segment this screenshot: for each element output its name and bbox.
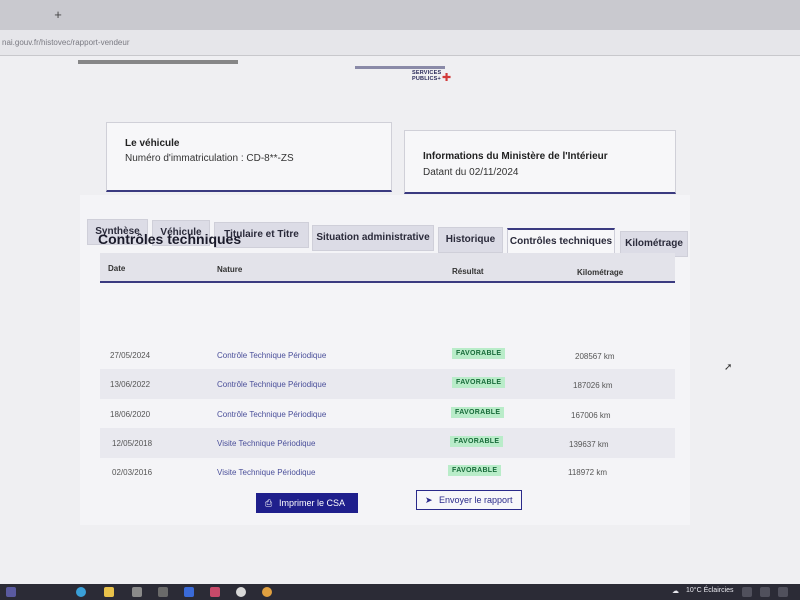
- tray-icon[interactable]: [778, 587, 788, 597]
- table-row: 13/06/2022 Contrôle Technique Périodique…: [100, 369, 675, 399]
- file-explorer-icon[interactable]: [104, 587, 114, 597]
- tray-icon[interactable]: [742, 587, 752, 597]
- print-csa-button[interactable]: ⎙ Imprimer le CSA: [256, 493, 358, 513]
- table-row: 18/06/2020 Contrôle Technique Périodique…: [100, 399, 675, 429]
- column-header-result: Résultat: [452, 267, 484, 276]
- url-text[interactable]: nai.gouv.fr/histovec/rapport-vendeur: [2, 38, 129, 47]
- result-badge: FAVORABLE: [448, 465, 502, 476]
- send-icon: ➤: [425, 495, 433, 505]
- row-km: 187026 km: [573, 381, 613, 390]
- row-nature: Contrôle Technique Périodique: [217, 410, 327, 419]
- result-badge: FAVORABLE: [451, 407, 505, 418]
- app-icon[interactable]: [184, 587, 194, 597]
- app-icon[interactable]: [158, 587, 168, 597]
- result-badge: FAVORABLE: [452, 377, 506, 388]
- ministry-date-text: Datant du 02/11/2024: [423, 167, 519, 178]
- tray-icon[interactable]: [760, 587, 770, 597]
- column-header-nature: Nature: [217, 265, 243, 274]
- column-header-km: Kilométrage: [577, 268, 624, 277]
- weather-icon: ☁: [672, 588, 679, 595]
- edge-icon[interactable]: [76, 587, 86, 597]
- row-date: 12/05/2018: [112, 439, 153, 448]
- row-date: 27/05/2024: [110, 351, 151, 360]
- send-button-label: Envoyer le rapport: [439, 495, 513, 505]
- print-button-label: Imprimer le CSA: [279, 498, 346, 508]
- row-nature: Visite Technique Périodique: [217, 468, 316, 477]
- row-km: 208567 km: [575, 352, 615, 361]
- plate-number-text: Numéro d'immatriculation : CD-8**-ZS: [125, 153, 294, 164]
- address-bar[interactable]: nai.gouv.fr/histovec/rapport-vendeur: [0, 30, 800, 56]
- row-date: 02/03/2016: [112, 468, 153, 477]
- mouse-cursor-icon: ➚: [724, 362, 733, 373]
- column-header-date: Date: [108, 264, 126, 273]
- tab-controles-techniques[interactable]: Contrôles techniques: [507, 228, 615, 254]
- browser-tab-strip: +: [0, 0, 800, 30]
- logo-cross-icon: ✚: [442, 72, 452, 84]
- row-date: 13/06/2022: [110, 380, 151, 389]
- vehicle-card: Le véhicule Numéro d'immatriculation : C…: [106, 122, 392, 192]
- start-icon[interactable]: [6, 587, 16, 597]
- logo-line-2: PUBLICS+: [412, 76, 441, 82]
- table-header: Date Nature Résultat Kilométrage: [100, 253, 675, 283]
- row-nature: Visite Technique Périodique: [217, 439, 316, 448]
- app-icon[interactable]: [132, 587, 142, 597]
- taskbar: ☁ 10°C Éclaircies: [0, 584, 800, 600]
- table-row: 02/03/2016 Visite Technique Périodique F…: [100, 457, 675, 487]
- row-km: 167006 km: [571, 411, 611, 420]
- new-tab-button[interactable]: +: [52, 8, 64, 21]
- tab-situation-administrative[interactable]: Situation administrative: [312, 225, 434, 251]
- redacted-header-text: [78, 60, 238, 64]
- ministry-card: Informations du Ministère de l'Intérieur…: [404, 130, 676, 194]
- header-divider: [355, 66, 445, 69]
- result-badge: FAVORABLE: [452, 348, 506, 359]
- table-row: 12/05/2018 Visite Technique Périodique F…: [100, 428, 675, 458]
- section-title: Contrôles techniques: [98, 231, 242, 247]
- chrome-icon[interactable]: [236, 587, 246, 597]
- table-row: 27/05/2024 Contrôle Technique Périodique…: [100, 340, 675, 370]
- row-nature: Contrôle Technique Périodique: [217, 380, 327, 389]
- result-badge: FAVORABLE: [450, 436, 504, 447]
- row-nature: Contrôle Technique Périodique: [217, 351, 327, 360]
- row-km: 139637 km: [569, 440, 609, 449]
- row-km: 118972 km: [568, 468, 607, 477]
- ministry-card-title: Informations du Ministère de l'Intérieur: [423, 151, 608, 162]
- vehicle-card-title: Le véhicule: [125, 138, 180, 149]
- weather-text[interactable]: 10°C Éclaircies: [686, 587, 734, 594]
- app-icon[interactable]: [210, 587, 220, 597]
- app-icon[interactable]: [262, 587, 272, 597]
- send-report-button[interactable]: ➤ Envoyer le rapport: [416, 490, 522, 510]
- tab-historique[interactable]: Historique: [438, 227, 503, 253]
- print-icon: ⎙: [265, 498, 273, 508]
- services-publics-logo[interactable]: SERVICES PUBLICS+: [412, 70, 441, 82]
- row-date: 18/06/2020: [110, 410, 151, 419]
